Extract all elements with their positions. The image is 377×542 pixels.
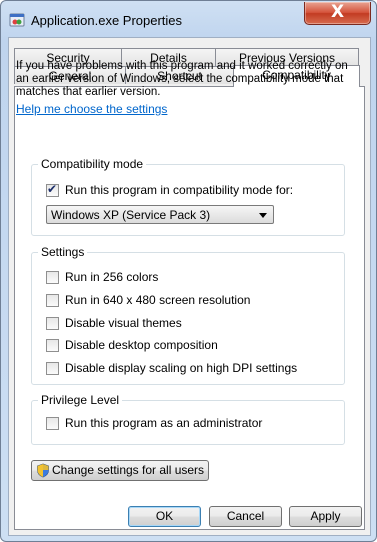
setting-label: Disable visual themes: [65, 316, 182, 330]
application-icon: [9, 13, 25, 27]
window-title: Application.exe Properties: [31, 13, 183, 28]
change-settings-label: Change settings for all users: [51, 463, 205, 477]
compatibility-mode-group: Compatibility mode: [31, 157, 345, 236]
setting-256-colors[interactable]: Run in 256 colors: [46, 270, 158, 284]
checkbox-box[interactable]: [46, 293, 59, 307]
checkbox-box[interactable]: ✔: [46, 181, 59, 197]
run-as-admin-label: Run this program as an administrator: [65, 416, 263, 430]
setting-label: Run in 640 x 480 screen resolution: [65, 293, 251, 307]
uac-shield-icon: [37, 463, 49, 478]
close-icon: X: [330, 2, 345, 22]
compat-mode-label: Run this program in compatibility mode f…: [65, 183, 294, 197]
close-button[interactable]: X: [304, 2, 371, 25]
properties-window: Application.exe Properties X Security De…: [0, 0, 377, 542]
setting-disable-dpi-scaling[interactable]: Disable display scaling on high DPI sett…: [46, 361, 297, 375]
checkbox-box[interactable]: [46, 316, 59, 330]
apply-button[interactable]: Apply: [289, 506, 362, 527]
compat-mode-checkbox[interactable]: ✔ Run this program in compatibility mode…: [46, 181, 294, 197]
run-as-admin-checkbox[interactable]: Run this program as an administrator: [46, 416, 262, 430]
compatibility-mode-legend: Compatibility mode: [38, 157, 147, 171]
change-settings-all-users-button[interactable]: Change settings for all users: [31, 460, 209, 481]
os-version-select[interactable]: Windows XP (Service Pack 3): [46, 205, 274, 224]
setting-label: Disable display scaling on high DPI sett…: [65, 361, 298, 375]
ok-button[interactable]: OK: [128, 506, 201, 527]
cancel-button[interactable]: Cancel: [209, 506, 282, 527]
setting-disable-desktop-composition[interactable]: Disable desktop composition: [46, 338, 218, 352]
chevron-down-icon: [259, 213, 267, 218]
setting-label: Disable desktop composition: [65, 338, 218, 352]
setting-640x480[interactable]: Run in 640 x 480 screen resolution: [46, 293, 250, 307]
settings-legend: Settings: [38, 245, 88, 259]
os-version-value: Windows XP (Service Pack 3): [51, 208, 211, 222]
setting-disable-visual-themes[interactable]: Disable visual themes: [46, 316, 182, 330]
setting-label: Run in 256 colors: [65, 270, 159, 284]
intro-text: If you have problems with this program a…: [16, 60, 348, 98]
checkbox-box[interactable]: [46, 361, 59, 375]
help-link[interactable]: Help me choose the settings: [16, 102, 167, 116]
checkbox-box[interactable]: [46, 338, 59, 352]
checkbox-box[interactable]: [46, 416, 59, 430]
checkmark-icon: ✔: [47, 181, 58, 196]
checkbox-box[interactable]: [46, 270, 59, 284]
title-bar[interactable]: Application.exe Properties X: [1, 1, 376, 37]
privilege-level-legend: Privilege Level: [38, 393, 123, 407]
